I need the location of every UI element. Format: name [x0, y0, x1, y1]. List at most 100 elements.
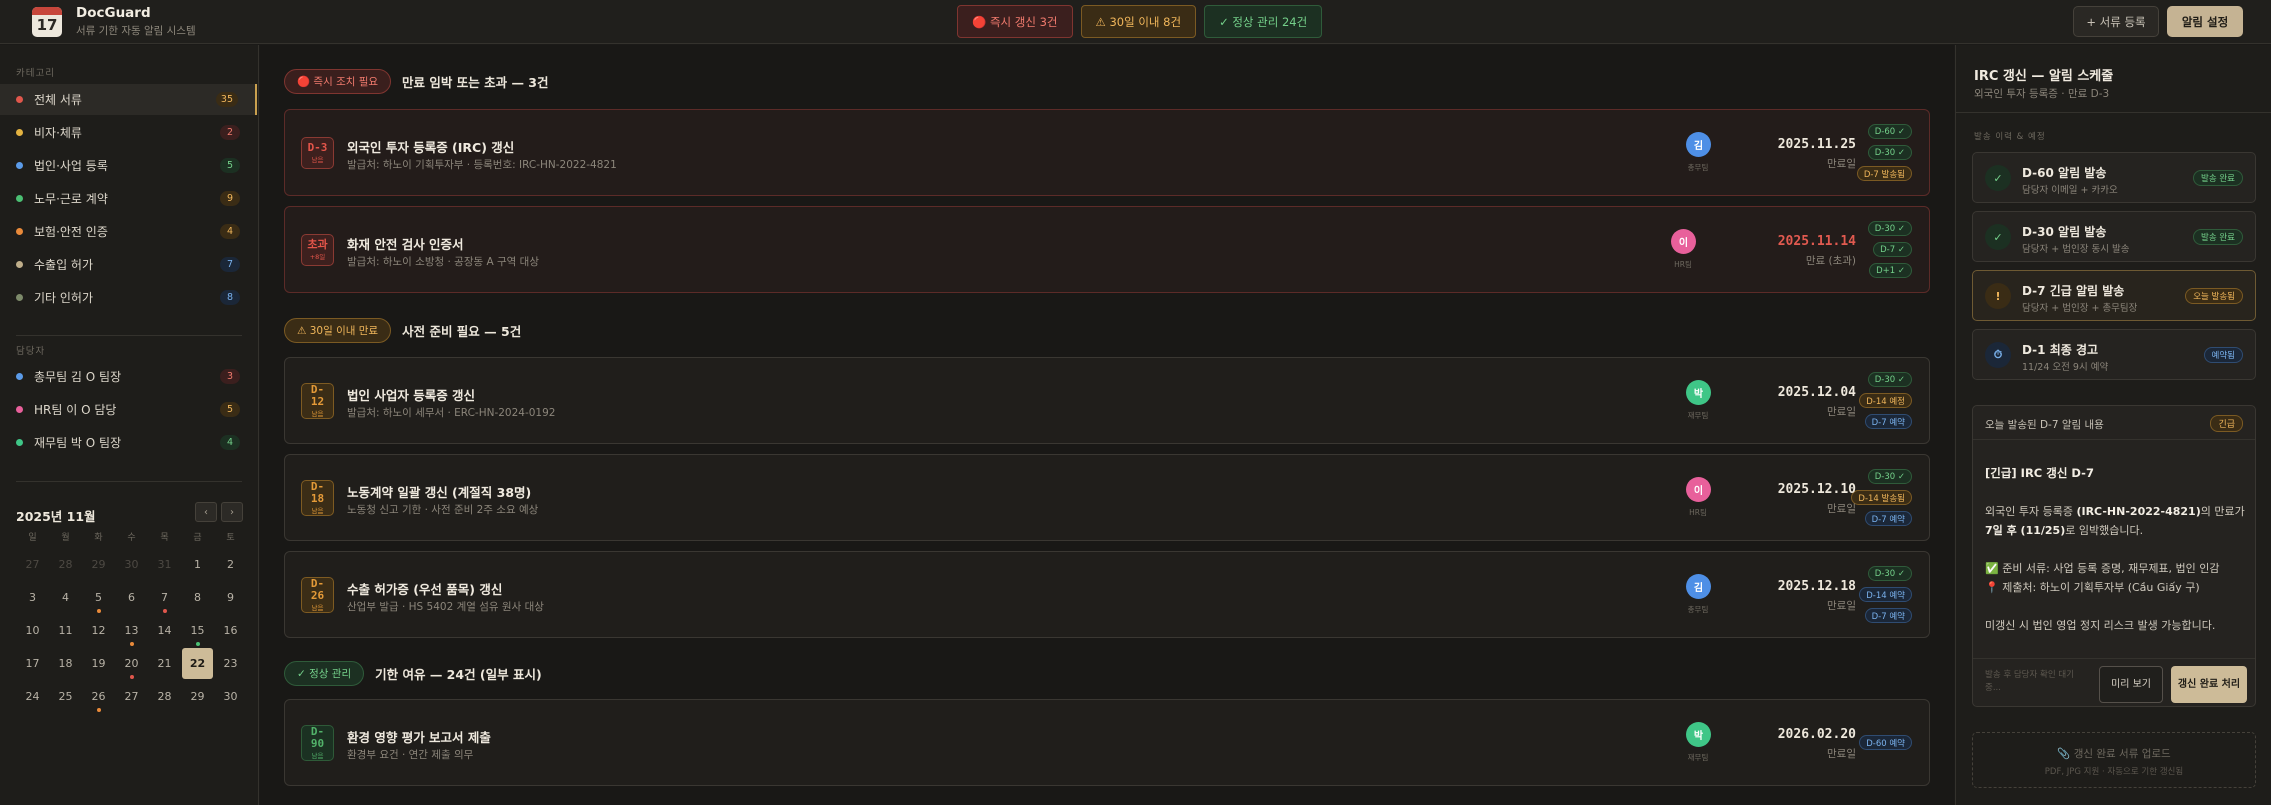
calendar-day[interactable]: 20	[115, 648, 148, 681]
alert-stage-tag: D-14 예정	[1859, 393, 1912, 408]
schedule-step[interactable]: ✓ D-60 알림 발송 담당자 이메일 + 카카오 발송 완료	[1972, 152, 2256, 203]
calendar-day[interactable]: 25	[49, 681, 82, 714]
calendar-day[interactable]: 12	[82, 615, 115, 648]
step-title: D-1 최종 경고	[2022, 343, 2099, 357]
upload-title: 📎 갱신 완료 서류 업로드	[2057, 748, 2171, 760]
calendar-day[interactable]: 29	[82, 549, 115, 582]
calendar-day[interactable]: 30	[214, 681, 247, 714]
check-icon: ✓	[1985, 165, 2011, 191]
document-card[interactable]: 초과 +8일 화재 안전 검사 인증서 발급처: 하노이 소방청 · 공장동 A 구역…	[284, 206, 1930, 293]
check-icon: ✓	[1985, 224, 2011, 250]
sidebar-category-1[interactable]: 전체 서류 35	[0, 84, 257, 115]
calendar-day[interactable]: 16	[214, 615, 247, 648]
document-title: 법인 사업자 등록증 갱신	[347, 388, 476, 403]
schedule-panel: IRC 갱신 — 알림 스케줄 외국인 투자 등록증 · 만료 D-3 발송 이…	[1955, 45, 2271, 805]
step-status-badge: 오늘 발송됨	[2185, 288, 2243, 304]
step-subtitle: 담당자 + 법인장 + 총무팀장	[2022, 303, 2138, 314]
calendar-day[interactable]: 3	[16, 582, 49, 615]
calendar-day[interactable]: 28	[49, 549, 82, 582]
calendar-day[interactable]: 27	[115, 681, 148, 714]
warning-group-tag: ⚠ 30일 이내 만료	[284, 318, 392, 343]
calendar-day[interactable]: 8	[181, 582, 214, 615]
urgent-group-title: 만료 임박 또는 초과 — 3건	[402, 75, 549, 90]
mark-renewed-button[interactable]: 갱신 완료 처리	[2171, 666, 2247, 703]
calendar-day[interactable]: 17	[16, 648, 49, 681]
calendar-day[interactable]: 2	[214, 549, 247, 582]
calendar-day[interactable]: 14	[148, 615, 181, 648]
calendar-day[interactable]: 21	[148, 648, 181, 681]
weekday-label: 화	[94, 533, 103, 543]
alert-settings-button[interactable]: 알림 설정	[2167, 6, 2243, 37]
calendar-day[interactable]: 13	[115, 615, 148, 648]
calendar-prev-button[interactable]: ‹	[195, 502, 217, 522]
document-subtitle: 환경부 요건 · 연간 제출 의무	[347, 749, 474, 761]
schedule-step[interactable]: ! D-7 긴급 알림 발송 담당자 + 법인장 + 총무팀장 오늘 발송됨	[1972, 270, 2256, 321]
calendar-day[interactable]: 29	[181, 681, 214, 714]
calendar-day[interactable]: 31	[148, 549, 181, 582]
calendar-day[interactable]: 15	[181, 615, 214, 648]
weekday-label: 목	[160, 533, 169, 543]
calendar-day[interactable]: 11	[49, 615, 82, 648]
expiry-date: 2026.02.20	[1777, 727, 1856, 742]
calendar-day[interactable]: 19	[82, 648, 115, 681]
warning-summary-pill[interactable]: ⚠ 30일 이내 8건	[1080, 5, 1197, 38]
schedule-step[interactable]: ⏱ D-1 최종 경고 11/24 오전 9시 예약 예약됨	[1972, 329, 2256, 380]
urgent-group-header: 🔴 즉시 조치 필요 만료 임박 또는 초과 — 3건	[284, 69, 549, 94]
sidebar-owner-2[interactable]: HR팀 이 O 담당 5	[0, 394, 257, 425]
calendar-day[interactable]: 7	[148, 582, 181, 615]
urgent-summary-pill[interactable]: 🔴 즉시 갱신 3건	[957, 5, 1073, 38]
alert-icon: !	[1985, 283, 2011, 309]
sidebar-category-6[interactable]: 수출입 허가 7	[0, 249, 257, 280]
sidebar-category-7[interactable]: 기타 인허가 8	[0, 282, 257, 313]
calendar-day[interactable]: 27	[16, 549, 49, 582]
sidebar-category-2[interactable]: 비자·체류 2	[0, 117, 257, 148]
weekday-label: 금	[193, 533, 202, 543]
document-card[interactable]: D- 26 남음 수출 허가증 (우선 품목) 갱신 산업부 발급 · HS 5402 …	[284, 551, 1930, 638]
sidebar-owner-label: 총무팀 김 O 팀장	[34, 370, 122, 384]
calendar-day[interactable]: 24	[16, 681, 49, 714]
ok-summary-pill[interactable]: ✓ 정상 관리 24건	[1204, 5, 1323, 38]
expiry-label: 만료일	[1827, 406, 1856, 418]
calendar-day[interactable]: 4	[49, 582, 82, 615]
calendar-day[interactable]: 26	[82, 681, 115, 714]
add-document-button[interactable]: + 서류 등록	[2073, 6, 2159, 37]
calendar-day[interactable]: 28	[148, 681, 181, 714]
owner-team: 총무팀	[1687, 163, 1709, 172]
calendar-next-button[interactable]: ›	[221, 502, 243, 522]
document-card[interactable]: D- 90 남음 환경 영향 평가 보고서 제출 환경부 요건 · 연간 제출 의무 D-…	[284, 699, 1930, 786]
summary-pills: 🔴 즉시 갱신 3건 ⚠ 30일 이내 8건 ✓ 정상 관리 24건	[957, 5, 1323, 38]
upload-dropzone[interactable]: 📎 갱신 완료 서류 업로드 PDF, JPG 지원 · 자동으로 기한 갱신됨	[1972, 732, 2256, 788]
calendar-day[interactable]: 23	[214, 648, 247, 681]
sidebar-category-4[interactable]: 노무·근로 계약 9	[0, 183, 257, 214]
schedule-step[interactable]: ✓ D-30 알림 발송 담당자 + 법인장 동시 발송 발송 완료	[1972, 211, 2256, 262]
sidebar-category-3[interactable]: 법인·사업 등록 5	[0, 150, 257, 181]
sidebar-owner-1[interactable]: 총무팀 김 O 팀장 3	[0, 361, 257, 392]
sidebar-category-label: 전체 서류	[34, 93, 82, 107]
weekday-label: 토	[226, 533, 235, 543]
step-status-badge: 발송 완료	[2193, 229, 2243, 245]
calendar-day[interactable]: 30	[115, 549, 148, 582]
step-title: D-30 알림 발송	[2022, 225, 2107, 239]
calendar-day[interactable]: 6	[115, 582, 148, 615]
sidebar-category-5[interactable]: 보험·안전 인증 4	[0, 216, 257, 247]
calendar-today[interactable]: 22	[181, 648, 214, 681]
alert-stage-tag: D+1 ✓	[1869, 263, 1912, 278]
document-card[interactable]: D- 18 남음 노동계약 일괄 갱신 (계절직 38명) 노동청 신고 기한 · 사전…	[284, 454, 1930, 541]
calendar-day[interactable]: 5	[82, 582, 115, 615]
calendar-day[interactable]: 18	[49, 648, 82, 681]
sidebar-owner-3[interactable]: 재무팀 박 O 팀장 4	[0, 427, 257, 458]
owner-avatar: 김	[1686, 574, 1711, 599]
ok-group-tag: ✓ 정상 관리	[284, 661, 365, 686]
calendar-day[interactable]: 10	[16, 615, 49, 648]
document-card[interactable]: D- 12 남음 법인 사업자 등록증 갱신 발급처: 하노이 세무서 · ERC-HN…	[284, 357, 1930, 444]
expiry-date: 2025.12.18	[1777, 579, 1856, 594]
expiry-label: 만료일	[1827, 600, 1856, 612]
preview-button[interactable]: 미리 보기	[2099, 666, 2163, 703]
document-card[interactable]: D-3 남음 외국인 투자 등록증 (IRC) 갱신 발급처: 하노이 기획투자부 ·…	[284, 109, 1930, 196]
alert-message-card: 오늘 발송된 D-7 알림 내용 긴급 [긴급] IRC 갱신 D-7 외국인 …	[1972, 405, 2256, 707]
alert-stage-tag: D-30 ✓	[1867, 469, 1912, 484]
calendar-day[interactable]: 9	[214, 582, 247, 615]
document-subtitle: 산업부 발급 · HS 5402 계열 섬유 원사 대상	[347, 601, 544, 613]
document-subtitle: 발급처: 하노이 세무서 · ERC-HN-2024-0192	[347, 407, 556, 419]
calendar-day[interactable]: 1	[181, 549, 214, 582]
